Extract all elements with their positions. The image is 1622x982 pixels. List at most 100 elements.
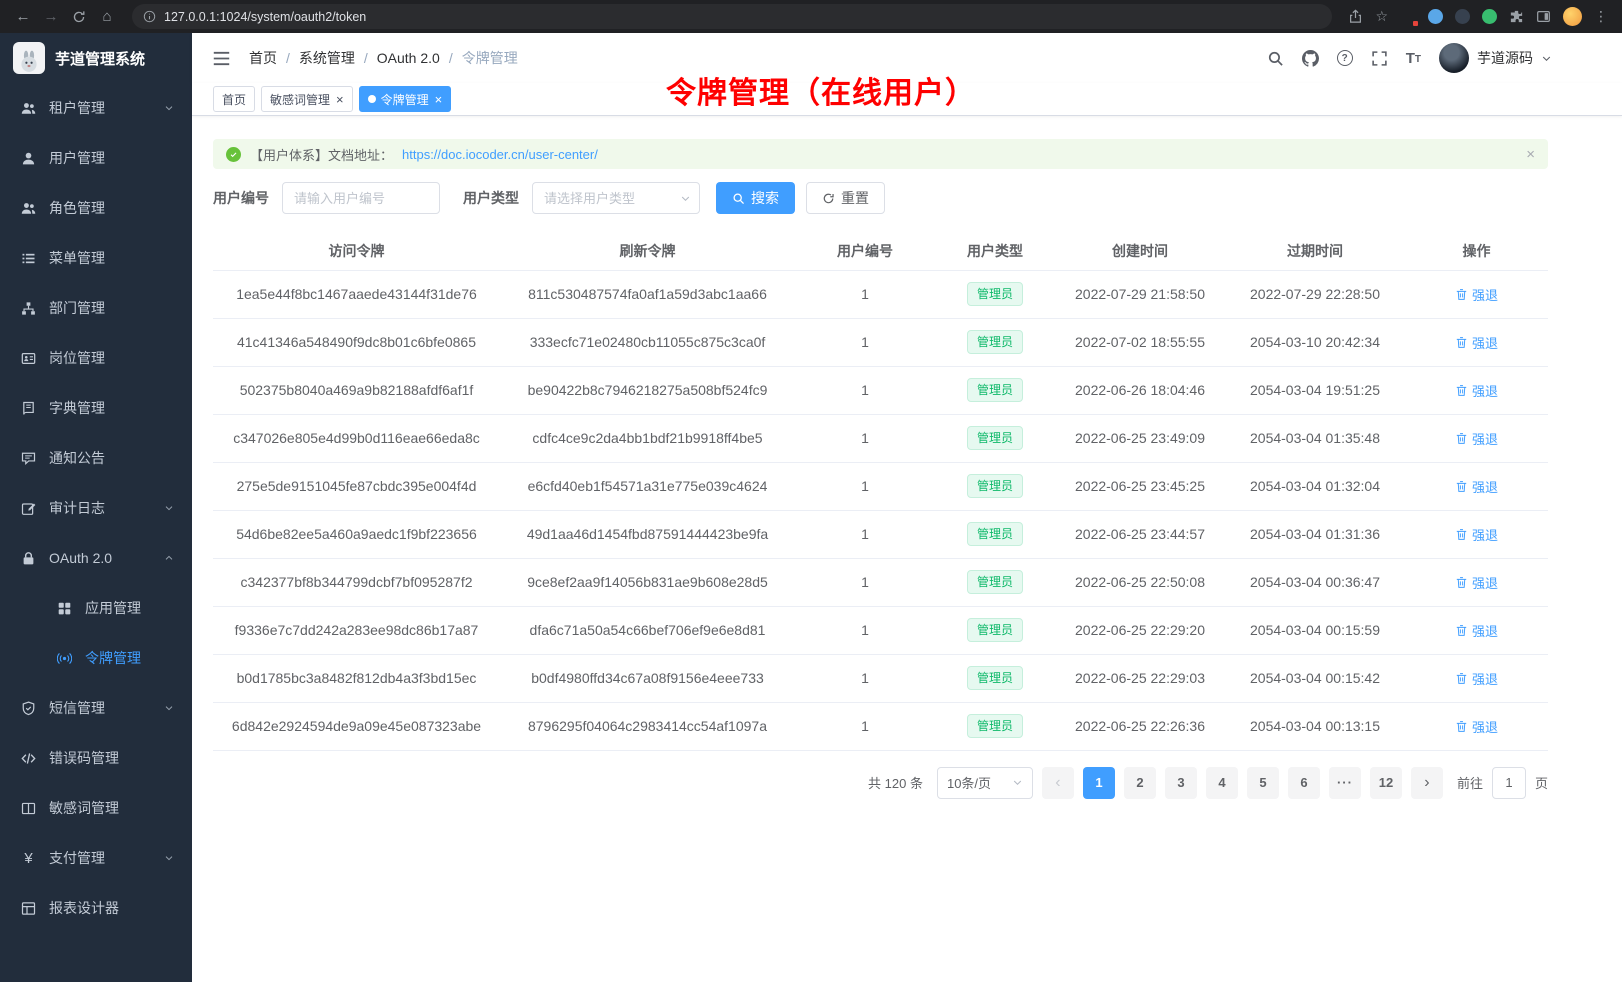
list-icon (21, 251, 36, 266)
force-logout-button[interactable]: 强退 (1455, 285, 1498, 304)
user-menu[interactable]: 芋道源码 (1439, 43, 1552, 73)
force-logout-button[interactable]: 强退 (1455, 573, 1498, 592)
token-table-head-row: 访问令牌刷新令牌用户编号用户类型创建时间过期时间操作 (213, 232, 1548, 270)
sidebar-item-user[interactable]: 用户管理 (0, 133, 192, 183)
sidebar-item-notice[interactable]: 通知公告 (0, 433, 192, 483)
sidebar-item-audit-log[interactable]: 审计日志 (0, 483, 192, 533)
user-id-input[interactable] (282, 182, 440, 214)
more-pages-button[interactable]: ··· (1329, 767, 1361, 799)
access-token-cell: 1ea5e44f8bc1467aaede43144f31de76 (213, 270, 500, 318)
share-icon[interactable] (1348, 9, 1363, 24)
user-type-badge: 管理员 (967, 666, 1023, 690)
sidebar-item-sms[interactable]: 短信管理 (0, 683, 192, 733)
extension-icon-badged[interactable] (1400, 9, 1416, 25)
sidebar-item-oauth2-app[interactable]: 应用管理 (0, 583, 192, 633)
sidebar-item-pay[interactable]: ¥支付管理 (0, 833, 192, 883)
bookmark-star-icon[interactable]: ☆ (1375, 8, 1388, 25)
page-button-12[interactable]: 12 (1370, 767, 1402, 799)
side-panel-icon[interactable] (1536, 9, 1551, 24)
sidebar-item-label: 审计日志 (49, 498, 164, 518)
breadcrumb-item[interactable]: OAuth 2.0 (377, 50, 440, 66)
next-page-button[interactable]: › (1411, 767, 1443, 799)
tab-close-icon[interactable]: × (435, 93, 443, 106)
pagination: 共 120 条 10条/页 ‹123456···12› 前往 页 (213, 767, 1548, 799)
sidebar-item-oauth2[interactable]: OAuth 2.0 (0, 533, 192, 583)
page-button-3[interactable]: 3 (1165, 767, 1197, 799)
force-logout-button[interactable]: 强退 (1455, 621, 1498, 640)
help-icon[interactable]: ? (1337, 50, 1353, 66)
doc-link[interactable]: https://doc.iocoder.cn/user-center/ (402, 147, 598, 162)
breadcrumb-item: 令牌管理 (462, 48, 518, 68)
extension-icon-blue[interactable] (1428, 9, 1443, 24)
refresh-token-cell: be90422b8c7946218275a508bf524fc9 (500, 366, 795, 414)
address-bar[interactable]: 127.0.0.1:1024/system/oauth2/token (132, 4, 1332, 29)
create-time-cell: 2022-06-25 22:26:36 (1055, 702, 1225, 750)
force-logout-label: 强退 (1472, 525, 1498, 544)
username: 芋道源码 (1477, 48, 1533, 68)
sidebar-item-role[interactable]: 角色管理 (0, 183, 192, 233)
sidebar-item-sensitive-word[interactable]: 敏感词管理 (0, 783, 192, 833)
breadcrumb-item[interactable]: 系统管理 (299, 48, 355, 68)
breadcrumb-item[interactable]: 首页 (249, 48, 277, 68)
browser-profile-avatar[interactable] (1563, 7, 1582, 26)
tree-icon (21, 301, 36, 316)
force-logout-button[interactable]: 强退 (1455, 477, 1498, 496)
sidebar-item-post[interactable]: 岗位管理 (0, 333, 192, 383)
force-logout-button[interactable]: 强退 (1455, 333, 1498, 352)
prev-page-button[interactable]: ‹ (1042, 767, 1074, 799)
page-button-6[interactable]: 6 (1288, 767, 1320, 799)
site-info-icon[interactable] (143, 10, 156, 23)
page-button-4[interactable]: 4 (1206, 767, 1238, 799)
search-button[interactable]: 搜索 (716, 182, 795, 214)
user-id-cell: 1 (795, 702, 935, 750)
search-icon[interactable] (1267, 50, 1284, 67)
force-logout-button[interactable]: 强退 (1455, 381, 1498, 400)
expire-time-cell: 2054-03-04 00:13:15 (1225, 702, 1405, 750)
sidebar-item-error-code[interactable]: 错误码管理 (0, 733, 192, 783)
browser-menu-icon[interactable]: ⋮ (1594, 8, 1608, 25)
reset-button[interactable]: 重置 (806, 182, 885, 214)
page-button-1[interactable]: 1 (1083, 767, 1115, 799)
alert-close-icon[interactable]: × (1526, 146, 1535, 163)
sidebar-item-dict[interactable]: 字典管理 (0, 383, 192, 433)
tab-close-icon[interactable]: × (336, 93, 344, 106)
user-type-select[interactable] (532, 182, 700, 214)
logo-image (13, 42, 45, 74)
delete-icon (1455, 288, 1468, 301)
fullscreen-icon[interactable] (1371, 50, 1388, 67)
sidebar-item-oauth2-token[interactable]: 令牌管理 (0, 633, 192, 683)
browser-forward-button[interactable]: → (38, 5, 64, 29)
page-size-select[interactable]: 10条/页 (937, 767, 1033, 799)
extension-icon-green[interactable] (1482, 9, 1497, 24)
extensions-puzzle-icon[interactable] (1509, 9, 1524, 24)
browser-reload-button[interactable] (72, 10, 86, 24)
extension-icon-dark[interactable] (1455, 9, 1470, 24)
font-size-icon[interactable]: TT (1406, 51, 1421, 66)
github-icon[interactable] (1302, 50, 1319, 67)
sidebar-item-report-designer[interactable]: 报表设计器 (0, 883, 192, 933)
browser-back-button[interactable]: ← (10, 5, 36, 29)
tab-home[interactable]: 首页 (213, 86, 255, 112)
sidebar-item-menu[interactable]: 菜单管理 (0, 233, 192, 283)
sidebar-item-dept[interactable]: 部门管理 (0, 283, 192, 333)
tab-sensitive-word[interactable]: 敏感词管理× (261, 86, 353, 112)
hamburger-icon[interactable] (212, 49, 231, 68)
user-type-select-input[interactable] (532, 182, 700, 214)
chevron-down-icon (1012, 777, 1023, 788)
force-logout-button[interactable]: 强退 (1455, 669, 1498, 688)
app-logo[interactable]: 芋道管理系统 (0, 33, 192, 83)
page-button-5[interactable]: 5 (1247, 767, 1279, 799)
force-logout-button[interactable]: 强退 (1455, 717, 1498, 736)
tab-token[interactable]: 令牌管理× (359, 86, 452, 112)
browser-home-button[interactable]: ⌂ (94, 5, 120, 29)
access-token-cell: c342377bf8b344799dcbf7bf095287f2 (213, 558, 500, 606)
delete-icon (1455, 720, 1468, 733)
layout-icon (21, 901, 36, 916)
page-button-2[interactable]: 2 (1124, 767, 1156, 799)
table-row: 54d6be82ee5a460a9aedc1f9bf22365649d1aa46… (213, 510, 1548, 558)
force-logout-button[interactable]: 强退 (1455, 429, 1498, 448)
expire-time-cell: 2054-03-04 01:32:04 (1225, 462, 1405, 510)
sidebar-item-tenant[interactable]: 租户管理 (0, 83, 192, 133)
force-logout-button[interactable]: 强退 (1455, 525, 1498, 544)
goto-page-input[interactable] (1492, 767, 1526, 799)
